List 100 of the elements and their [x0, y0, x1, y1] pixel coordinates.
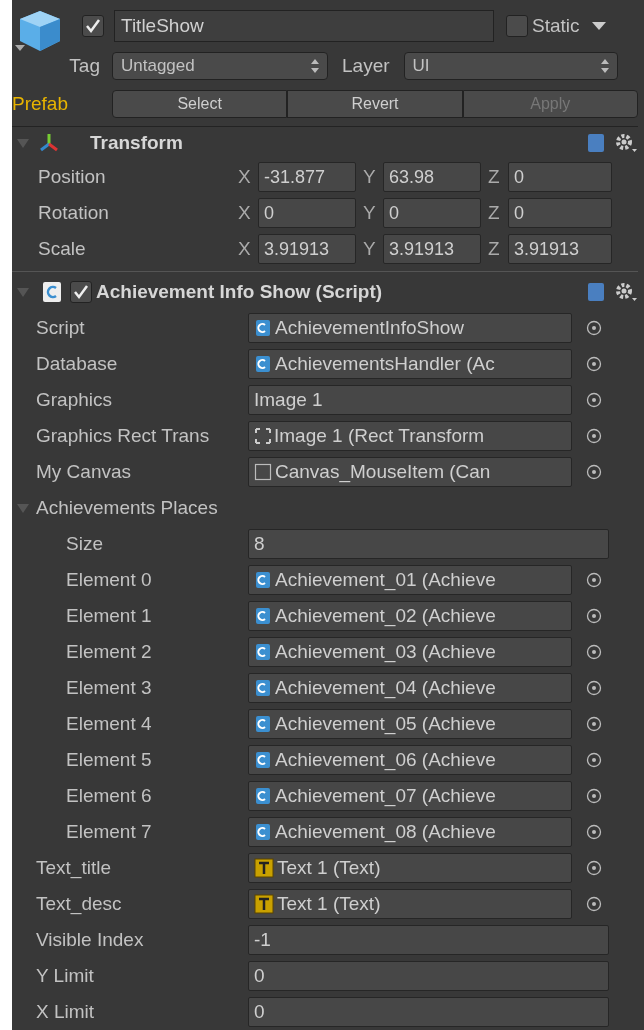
axis-label: Y [363, 236, 377, 261]
property-label: Position [37, 164, 107, 189]
script-file-icon [254, 355, 272, 373]
axis-label: Y [363, 164, 377, 189]
active-checkbox[interactable] [82, 15, 104, 37]
object-field[interactable]: Achievement_06 (Achieve [248, 745, 572, 775]
property-label: Element 3 [65, 675, 153, 700]
property-label: Element 0 [65, 567, 153, 592]
property-label: Y Limit [35, 963, 95, 988]
dropdown-arrow-icon[interactable] [591, 21, 606, 31]
script-file-icon [254, 787, 272, 805]
layer-dropdown[interactable]: UI [403, 52, 618, 80]
object-picker-icon[interactable] [586, 608, 602, 624]
object-picker-icon[interactable] [586, 464, 602, 480]
script-file-icon [254, 319, 272, 337]
object-picker-icon[interactable] [586, 752, 602, 768]
property-label: Element 6 [65, 783, 153, 808]
number-field[interactable]: 63.98 [383, 162, 481, 192]
script-file-icon [254, 643, 272, 661]
object-field[interactable]: Achievement_07 (Achieve [248, 781, 572, 811]
axis-label: X [238, 236, 252, 261]
number-field[interactable]: 0 [508, 162, 612, 192]
axis-gizmo-icon [38, 132, 60, 154]
prefab-button[interactable]: Revert [287, 90, 463, 118]
component-title: Transform [90, 130, 184, 155]
gear-icon[interactable] [614, 281, 638, 303]
object-picker-icon[interactable] [586, 896, 602, 912]
number-field[interactable]: 3.91913 [383, 234, 481, 264]
layer-label: Layer [342, 53, 390, 78]
object-picker-icon[interactable] [586, 392, 602, 408]
updown-caret-icon [600, 59, 609, 73]
property-label: Size [65, 531, 104, 556]
object-picker-icon[interactable] [586, 644, 602, 660]
object-field[interactable]: Achievement_04 (Achieve [248, 673, 572, 703]
object-field[interactable]: Text 1 (Text) [248, 853, 572, 883]
object-field[interactable]: Achievement_02 (Achieve [248, 601, 572, 631]
object-field[interactable]: Achievement_05 (Achieve [248, 709, 572, 739]
property-label: Element 2 [65, 639, 153, 664]
component-title: Achievement Info Show (Script) [96, 279, 384, 304]
axis-label: X [238, 164, 252, 189]
axis-label: X [238, 200, 252, 225]
property-label: Text_title [35, 855, 112, 881]
property-label: Element 1 [65, 603, 153, 628]
number-field[interactable]: 0 [383, 198, 481, 228]
script-file-icon [254, 751, 272, 769]
script-file-icon [254, 823, 272, 841]
object-field[interactable]: Achievement_08 (Achieve [248, 817, 572, 847]
object-field[interactable]: Image 1 [248, 385, 572, 415]
property-label: Scale [37, 236, 87, 261]
enabled-checkbox[interactable] [70, 281, 92, 303]
object-picker-icon[interactable] [586, 824, 602, 840]
object-picker-icon[interactable] [586, 788, 602, 804]
axis-label: Z [488, 200, 501, 225]
gear-icon[interactable] [614, 132, 638, 154]
object-field[interactable]: AchievementsHandler (Ac [248, 349, 572, 379]
updown-caret-icon [311, 59, 319, 73]
corner-handles-icon [254, 427, 272, 445]
axis-label: Y [363, 200, 377, 225]
property-label: Element 5 [65, 747, 153, 772]
object-picker-icon[interactable] [586, 356, 602, 372]
prefab-button[interactable]: Select [112, 90, 288, 118]
number-field[interactable]: 0 [248, 961, 609, 991]
property-label: Visible Index [35, 927, 145, 952]
number-field[interactable]: 3.91913 [258, 234, 356, 264]
object-picker-icon[interactable] [586, 860, 602, 876]
object-picker-icon[interactable] [586, 320, 602, 336]
property-label: My Canvas [35, 459, 133, 484]
static-checkbox[interactable] [506, 15, 528, 37]
text-t-icon [254, 858, 274, 878]
object-field[interactable]: Text 1 (Text) [248, 889, 572, 919]
tag-label: Tag [68, 53, 101, 78]
object-field[interactable]: Achievement_01 (Achieve [248, 565, 572, 595]
array-foldout-label[interactable]: Achievements Places [36, 493, 218, 523]
static-label: Static [532, 13, 580, 38]
number-field[interactable]: -1 [248, 925, 609, 955]
number-field[interactable]: 8 [248, 529, 609, 559]
property-label: Graphics Rect Trans [35, 423, 211, 448]
property-label: Element 4 [65, 711, 153, 736]
script-file-icon [254, 571, 272, 589]
object-field[interactable]: Canvas_MouseItem (Can [248, 457, 572, 487]
object-picker-icon[interactable] [586, 428, 602, 444]
number-field[interactable]: 3.91913 [508, 234, 612, 264]
number-field[interactable]: -31.877 [258, 162, 356, 192]
tag-dropdown[interactable]: Untagged [112, 52, 328, 80]
object-picker-icon[interactable] [586, 716, 602, 732]
property-label: Element 7 [65, 819, 153, 844]
number-field[interactable]: 0 [248, 997, 609, 1027]
object-field[interactable]: Image 1 (Rect Transform [248, 421, 572, 451]
number-field[interactable]: 0 [508, 198, 612, 228]
object-picker-icon[interactable] [586, 572, 602, 588]
number-field[interactable]: 0 [258, 198, 356, 228]
text-t-icon [254, 894, 274, 914]
property-label: Text_desc [35, 891, 123, 917]
property-label: Script [35, 315, 86, 340]
object-picker-icon[interactable] [586, 680, 602, 696]
axis-label: Z [488, 236, 501, 261]
script-file-icon [254, 679, 272, 697]
name-field[interactable]: TitleShow [114, 10, 494, 42]
object-field[interactable]: AchievementInfoShow [248, 313, 572, 343]
object-field[interactable]: Achievement_03 (Achieve [248, 637, 572, 667]
